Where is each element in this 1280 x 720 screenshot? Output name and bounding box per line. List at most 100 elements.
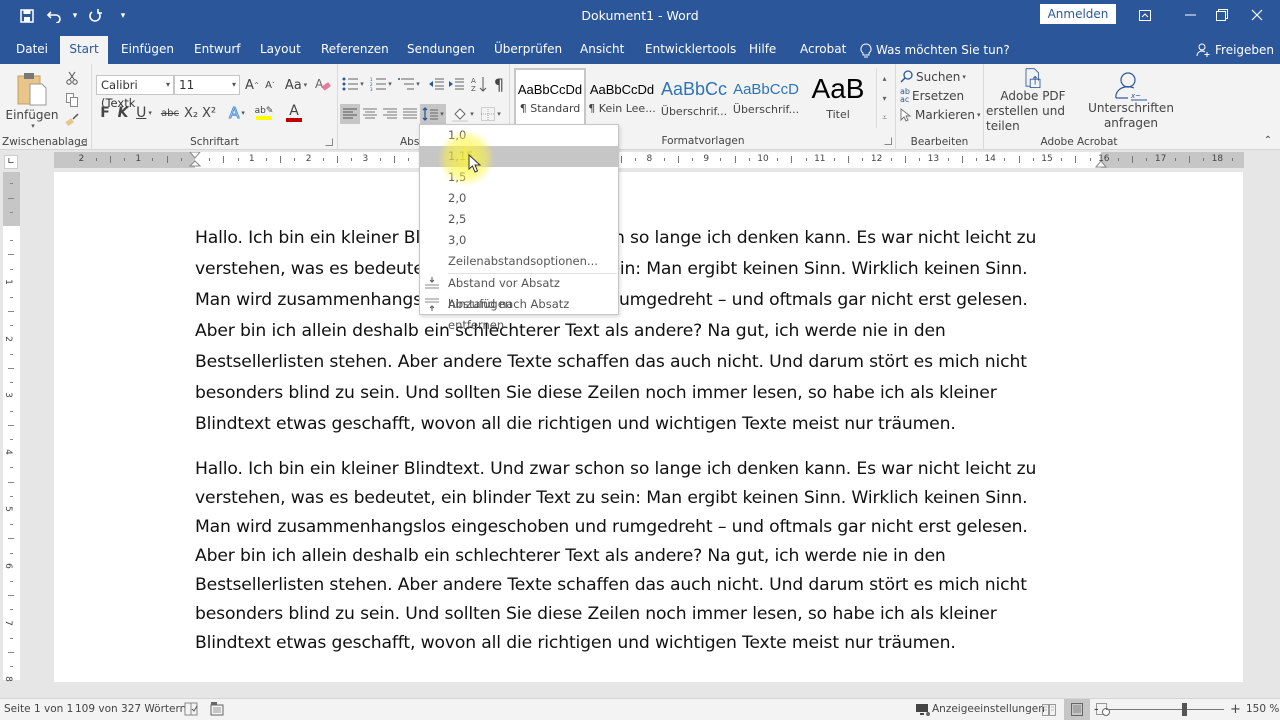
justify-icon[interactable] [400, 104, 420, 124]
line-spacing-option-1-0[interactable]: 1,0 [420, 125, 618, 146]
tab-referenzen[interactable]: Referenzen [313, 36, 397, 64]
save-icon[interactable] [14, 4, 40, 28]
paste-dropdown-icon[interactable]: ▾ [31, 122, 35, 130]
zoom-in-button[interactable]: + [1230, 699, 1241, 720]
line-spacing-option-1-5[interactable]: 1,5 [420, 167, 618, 188]
line-spacing-option-2-0[interactable]: 2,0 [420, 188, 618, 209]
shrink-font-icon[interactable]: Aˇ [262, 75, 278, 95]
request-signatures-button[interactable]: x~ Unterschriften anfragen [1088, 68, 1174, 134]
tab-datei[interactable]: Datei [8, 36, 56, 64]
font-size-combo[interactable]: 11 ▾ [174, 75, 240, 95]
align-left-icon[interactable] [340, 104, 360, 124]
style-no-spacing[interactable]: AaBbCcDd ¶ Kein Lee... [586, 68, 658, 128]
tell-me-search[interactable]: Was möchten Sie tun? [860, 36, 1010, 64]
subscript-button[interactable]: X₂ [182, 102, 200, 124]
increase-indent-icon[interactable] [446, 74, 466, 94]
close-icon[interactable] [1234, 0, 1280, 30]
line-spacing-option-1-15[interactable]: 1,15 [420, 146, 618, 167]
word-count[interactable]: 109 von 327 Wörtern [75, 699, 186, 720]
collapse-ribbon-icon[interactable]: ⌃ [1262, 134, 1274, 146]
proofing-icon[interactable] [184, 702, 198, 720]
page-count[interactable]: Seite 1 von 1 [4, 699, 73, 720]
print-layout-icon[interactable] [1064, 699, 1090, 720]
paste-button[interactable]: Einfügen ▾ [6, 68, 58, 134]
gallery-down-icon[interactable]: ▾ [877, 88, 892, 108]
find-button[interactable]: Suchen ▾ [900, 68, 966, 86]
clipboard-launcher-icon[interactable] [79, 138, 87, 146]
zoom-out-button[interactable]: - [1094, 699, 1099, 720]
text-effects-button[interactable]: A ▾ [224, 102, 250, 124]
zoom-level[interactable]: 150 % [1246, 699, 1279, 720]
style-heading-1[interactable]: AaBbCc Überschrif... [658, 68, 730, 128]
borders-button[interactable]: ▾ [478, 104, 504, 124]
italic-button[interactable]: K [114, 102, 132, 124]
macro-icon[interactable] [210, 702, 224, 720]
style-standard[interactable]: AaBbCcDd ¶ Standard [514, 68, 586, 128]
grow-font-icon[interactable]: A ^ [244, 75, 260, 95]
tab-entwurf[interactable]: Entwurf [186, 36, 248, 64]
decrease-indent-icon[interactable] [426, 74, 446, 94]
tab-acrobat[interactable]: Acrobat [792, 36, 854, 64]
strikethrough-button[interactable]: abc [160, 102, 180, 124]
shading-button[interactable]: ▾ [450, 104, 476, 124]
style-title[interactable]: AaB Titel [802, 68, 874, 128]
tab-einfuegen[interactable]: Einfügen [113, 36, 182, 64]
numbering-button[interactable]: 1 2 3 ▾ [368, 74, 394, 94]
font-launcher-icon[interactable] [325, 138, 333, 146]
style-heading-2[interactable]: AaBbCcD Überschrif... [730, 68, 802, 128]
gallery-more-icon[interactable]: ⩡ [877, 108, 892, 128]
styles-launcher-icon[interactable] [884, 137, 892, 145]
tab-start[interactable]: Start [60, 36, 108, 64]
add-space-before-item[interactable]: Abstand vor Absatz hinzufügen [420, 273, 618, 311]
font-color-button[interactable]: A [280, 102, 308, 124]
font-name-combo[interactable]: Calibri (Textk ▾ [96, 75, 174, 110]
tab-hilfe[interactable]: Hilfe [741, 36, 784, 64]
bullets-button[interactable]: ▾ [340, 74, 366, 94]
highlight-color-button[interactable]: ab✎ [250, 102, 278, 124]
share-button[interactable]: Freigeben [1196, 36, 1274, 64]
horizontal-ruler[interactable]: 21123456789101112131415161718 [54, 152, 1244, 168]
change-case-button[interactable]: Aa ▾ [282, 75, 310, 95]
underline-button[interactable]: U ▾ [132, 102, 156, 124]
tab-sendungen[interactable]: Sendungen [399, 36, 483, 64]
superscript-button[interactable]: X² [200, 102, 218, 124]
display-settings-button[interactable]: Anzeigeeinstellungen [916, 699, 1045, 720]
zoom-slider-thumb[interactable] [1181, 703, 1187, 716]
gallery-up-icon[interactable]: ▴ [877, 68, 892, 88]
create-pdf-button[interactable]: Adobe PDF erstellen und teilen [986, 68, 1080, 134]
tab-ansicht[interactable]: Ansicht [572, 36, 632, 64]
first-line-indent-marker[interactable] [189, 152, 201, 168]
ribbon-display-options-icon[interactable] [1122, 0, 1168, 30]
line-spacing-option-2-5[interactable]: 2,5 [420, 209, 618, 230]
clear-formatting-icon[interactable]: A [314, 75, 332, 95]
sign-in-button[interactable]: Anmelden [1040, 4, 1116, 24]
tab-entwicklertools[interactable]: Entwicklertools [637, 36, 744, 64]
align-center-icon[interactable] [360, 104, 380, 124]
customize-qat-icon[interactable]: ▾ [118, 4, 128, 28]
document-page[interactable]: Hallo. Ich bin ein kleiner Blindtext. Un… [54, 172, 1243, 682]
vertical-ruler[interactable]: 1 2 3 4 5 6 7 8 [3, 172, 20, 682]
tab-layout[interactable]: Layout [252, 36, 309, 64]
line-spacing-options-item[interactable]: Zeilenabstandsoptionen... [420, 251, 618, 272]
replace-button[interactable]: ab ac Ersetzen [900, 87, 964, 105]
format-painter-icon[interactable] [64, 112, 80, 128]
bold-button[interactable]: F [96, 102, 114, 124]
sort-icon[interactable]: AZ [470, 74, 488, 94]
line-spacing-button[interactable]: ▾ [420, 104, 446, 124]
line-spacing-option-3-0[interactable]: 3,0 [420, 230, 618, 251]
read-mode-icon[interactable] [1042, 703, 1056, 720]
undo-dropdown-icon[interactable]: ▾ [70, 4, 80, 28]
copy-icon[interactable] [64, 92, 80, 108]
cut-icon[interactable] [64, 70, 80, 86]
redo-icon[interactable] [82, 4, 108, 28]
paragraph-1[interactable]: Hallo. Ich bin ein kleiner Blindtext. Un… [195, 223, 1095, 440]
remove-space-after-item[interactable]: Abstand nach Absatz entfernen [420, 294, 618, 332]
tab-ueberpruefen[interactable]: Überprüfen [486, 36, 570, 64]
zoom-slider-track[interactable] [1106, 709, 1224, 710]
tab-selector[interactable]: ∟ [4, 155, 18, 169]
undo-icon[interactable] [42, 4, 68, 28]
multilevel-list-button[interactable]: ▾ [396, 74, 422, 94]
paragraph-2[interactable]: Hallo. Ich bin ein kleiner Blindtext. Un… [195, 455, 1095, 658]
align-right-icon[interactable] [380, 104, 400, 124]
select-button[interactable]: Markieren ▾ [900, 106, 980, 124]
